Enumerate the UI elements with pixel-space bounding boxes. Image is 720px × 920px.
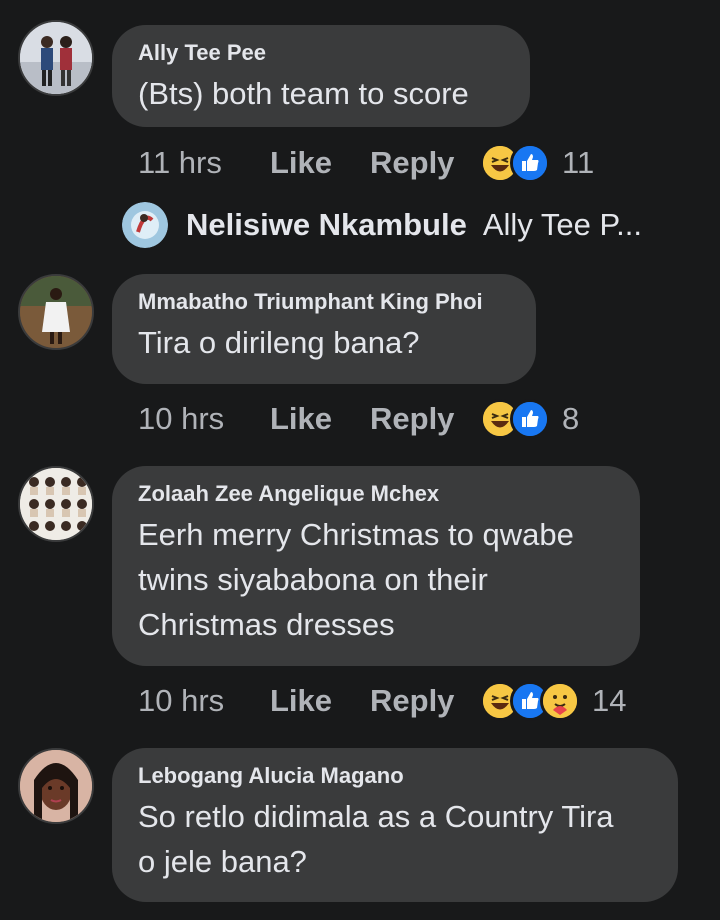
comment-author[interactable]: Lebogang Alucia Magano: [138, 762, 650, 790]
care-icon: [540, 681, 580, 721]
comment-text-line: o jele bana?: [138, 844, 307, 879]
reply-button[interactable]: Reply: [370, 683, 480, 719]
reply-button[interactable]: Reply: [370, 401, 480, 437]
comment-author[interactable]: Mmabatho Triumphant King Phoi: [138, 288, 508, 316]
like-icon: [510, 399, 550, 439]
comment-bubble: Mmabatho Triumphant King Phoi Tira o dir…: [112, 274, 536, 384]
reaction-summary[interactable]: 14: [480, 681, 626, 721]
comment-text: So retlo didimala as a Country Tira o je…: [138, 794, 650, 884]
reaction-count: 8: [562, 401, 580, 436]
comment-text: Tira o dirileng bana?: [138, 325, 420, 360]
reply-author[interactable]: Nelisiwe Nkambule: [186, 207, 467, 243]
reaction-summary[interactable]: 8: [480, 399, 579, 439]
like-button[interactable]: Like: [270, 401, 370, 437]
comment-text: (Bts) both team to score: [138, 76, 469, 111]
comment-text-line: Eerh merry Christmas to qwabe: [138, 517, 574, 552]
comment-actions: 10 hrs Like Reply 14: [138, 681, 626, 721]
comment-author[interactable]: Ally Tee Pee: [138, 39, 502, 67]
comment-author[interactable]: Zolaah Zee Angelique Mchex: [138, 480, 612, 508]
comment-text-line: Christmas dresses: [138, 607, 395, 642]
reaction-count: 14: [592, 683, 627, 718]
comment-text: Eerh merry Christmas to qwabe twins siya…: [138, 512, 612, 647]
like-button[interactable]: Like: [270, 683, 370, 719]
avatar[interactable]: [18, 20, 94, 96]
reply-button[interactable]: Reply: [370, 145, 480, 181]
avatar[interactable]: [18, 748, 94, 824]
comment-timestamp[interactable]: 11 hrs: [138, 145, 270, 181]
comment-actions: 11 hrs Like Reply 11: [138, 143, 594, 183]
comment-bubble: Lebogang Alucia Magano So retlo didimala…: [112, 748, 678, 902]
reaction-summary[interactable]: 11: [480, 143, 594, 183]
avatar: [122, 202, 168, 248]
reply-snippet: Ally Tee P...: [482, 207, 642, 242]
comment-timestamp[interactable]: 10 hrs: [138, 683, 270, 719]
comment-bubble: Zolaah Zee Angelique Mchex Eerh merry Ch…: [112, 466, 640, 666]
comment-actions: 10 hrs Like Reply 8: [138, 399, 579, 439]
avatar[interactable]: [18, 466, 94, 542]
avatar[interactable]: [18, 274, 94, 350]
comment-text-line: twins siyababona on their: [138, 562, 488, 597]
like-button[interactable]: Like: [270, 145, 370, 181]
comment-text-line: So retlo didimala as a Country Tira: [138, 799, 614, 834]
comment-timestamp[interactable]: 10 hrs: [138, 401, 270, 437]
comment-bubble: Ally Tee Pee (Bts) both team to score: [112, 25, 530, 127]
like-icon: [510, 143, 550, 183]
reaction-count: 11: [562, 145, 595, 180]
reply-preview[interactable]: Nelisiwe Nkambule Ally Tee P...: [122, 200, 642, 250]
